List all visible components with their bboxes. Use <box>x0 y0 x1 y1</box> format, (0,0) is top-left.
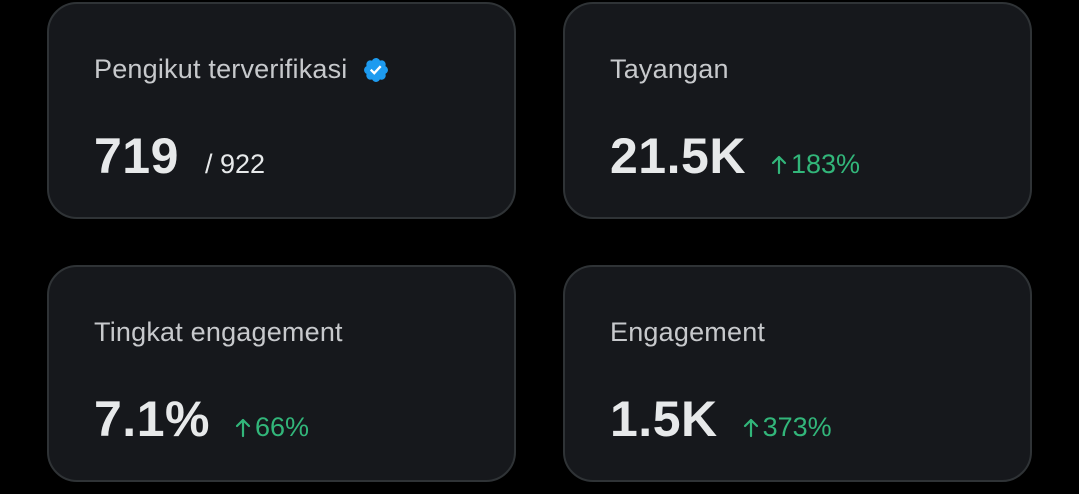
change-percent: 183% <box>790 149 860 179</box>
card-label: Pengikut terverifikasi <box>94 54 348 84</box>
engagements-change: 373% <box>742 412 832 443</box>
total-followers-count: / 922 <box>204 149 265 179</box>
analytics-page: Pengikut terverifikasi 719 / 922 Tayanga… <box>0 0 1079 494</box>
verified-badge-icon <box>362 56 390 84</box>
engagement-rate-card[interactable]: Tingkat engagement 7.1% 66% <box>47 265 516 482</box>
verified-followers-card[interactable]: Pengikut terverifikasi 719 / 922 <box>47 2 516 219</box>
impressions-card[interactable]: Tayangan 21.5K 183% <box>563 2 1032 219</box>
change-percent: 66% <box>254 412 310 442</box>
engagement-rate-value: 7.1% <box>94 391 210 447</box>
card-header: Tayangan <box>610 54 729 85</box>
arrow-up-icon <box>742 414 760 438</box>
card-header: Tingkat engagement <box>94 317 343 348</box>
card-label: Tingkat engagement <box>94 317 343 347</box>
engagements-card[interactable]: Engagement 1.5K 373% <box>563 265 1032 482</box>
card-label: Tayangan <box>610 54 729 84</box>
impressions-value: 21.5K <box>610 128 746 184</box>
arrow-up-icon <box>234 414 252 438</box>
card-label: Engagement <box>610 317 766 347</box>
card-value-row: 21.5K 183% <box>610 127 860 185</box>
card-header: Engagement <box>610 317 765 348</box>
card-value-row: 1.5K 373% <box>610 390 832 448</box>
card-value-row: 719 / 922 <box>94 127 265 185</box>
arrow-up-icon <box>770 151 788 175</box>
engagements-value: 1.5K <box>610 391 718 447</box>
engagement-rate-change: 66% <box>234 412 309 443</box>
verified-followers-count: 719 <box>94 128 179 184</box>
change-percent: 373% <box>762 412 832 442</box>
card-value-row: 7.1% 66% <box>94 390 309 448</box>
impressions-change: 183% <box>770 149 860 180</box>
card-header: Pengikut terverifikasi <box>94 54 390 85</box>
